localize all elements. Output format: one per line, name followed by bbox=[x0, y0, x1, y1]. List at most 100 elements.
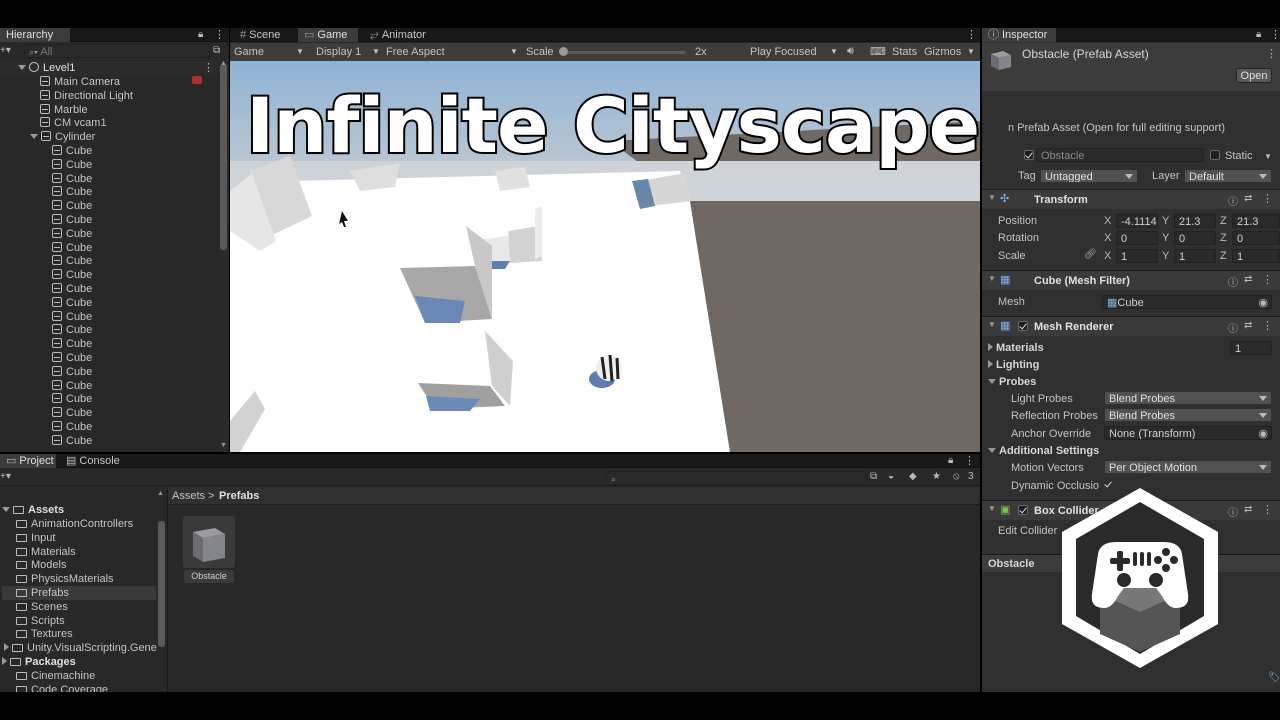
tree-scroll-thumb[interactable] bbox=[158, 521, 165, 647]
hierarchy-item[interactable]: CM vcam1 bbox=[40, 116, 218, 130]
preset-icon[interactable]: ⇄ bbox=[1244, 320, 1252, 331]
splitter[interactable] bbox=[167, 487, 168, 692]
hierarchy-item[interactable]: Marble bbox=[40, 103, 218, 117]
breadcrumb-assets[interactable]: Assets bbox=[172, 489, 205, 503]
favorite-star-icon[interactable]: ★ bbox=[932, 471, 941, 482]
hierarchy-item-cube[interactable]: Cube bbox=[52, 434, 218, 448]
scene-menu-icon[interactable]: ⋮ bbox=[203, 61, 214, 75]
component-menu-icon[interactable]: ⋮ bbox=[1262, 503, 1273, 516]
mesh-filter-header[interactable]: ▼ ▦ Cube (Mesh Filter) ⓘ ⇄ ⋮ bbox=[982, 270, 1280, 290]
hierarchy-item-cube[interactable]: Cube bbox=[52, 310, 218, 324]
tab-inspector[interactable]: ⓘ Inspector bbox=[982, 28, 1056, 42]
tree-folder-item[interactable]: Scripts bbox=[2, 614, 156, 628]
object-name-field[interactable]: Obstacle bbox=[1036, 148, 1204, 162]
materials-foldout[interactable]: Materials bbox=[988, 341, 1044, 355]
expand-triangle-icon[interactable]: ▼ bbox=[988, 193, 996, 202]
breadcrumb-prefabs[interactable]: Prefabs bbox=[219, 489, 259, 503]
scale-slider-handle[interactable] bbox=[559, 47, 568, 56]
transform-scale-field[interactable]: 1 bbox=[1232, 249, 1280, 263]
preset-icon[interactable]: ⇄ bbox=[1244, 504, 1252, 515]
game-more-icon[interactable]: ⋮ bbox=[966, 28, 977, 41]
tab-animator[interactable]: ⥂ Animator bbox=[364, 28, 444, 42]
hierarchy-item[interactable]: Cylinder bbox=[30, 130, 218, 144]
expand-triangle-icon[interactable]: ▼ bbox=[988, 320, 996, 329]
tag-dropdown[interactable]: Untagged bbox=[1040, 169, 1138, 183]
hidden-packages-icon[interactable]: ⦸ bbox=[953, 471, 960, 482]
stats-button[interactable]: Stats bbox=[892, 45, 917, 59]
expand-triangle-icon[interactable] bbox=[30, 134, 38, 140]
play-focused-dropdown[interactable]: Play Focused ▼ bbox=[750, 45, 840, 59]
preset-icon[interactable]: ⇄ bbox=[1244, 274, 1252, 285]
hierarchy-item-cube[interactable]: Cube bbox=[52, 172, 218, 186]
hierarchy-item-cube[interactable]: Cube bbox=[52, 144, 218, 158]
materials-count-field[interactable]: 1 bbox=[1230, 341, 1272, 355]
tree-folder-item[interactable]: PhysicsMaterials bbox=[2, 572, 156, 586]
component-menu-icon[interactable]: ⋮ bbox=[1262, 319, 1273, 332]
expand-triangle-icon[interactable] bbox=[18, 65, 26, 70]
lock-icon[interactable]: 🔒︎ bbox=[1256, 29, 1261, 40]
tab-project[interactable]: ▭ Project bbox=[0, 454, 56, 468]
hierarchy-item-cube[interactable]: Cube bbox=[52, 337, 218, 351]
component-menu-icon[interactable]: ⋮ bbox=[1262, 273, 1273, 286]
more-options-icon[interactable]: ⋮ bbox=[1270, 28, 1280, 41]
mesh-renderer-header[interactable]: ▼ ▦ Mesh Renderer ⓘ ⇄ ⋮ bbox=[982, 316, 1280, 336]
transform-scale-field[interactable]: 1 bbox=[1116, 249, 1158, 263]
motion-vectors-dropdown[interactable]: Per Object Motion bbox=[1104, 460, 1272, 474]
active-checkbox[interactable] bbox=[1024, 150, 1034, 163]
help-icon[interactable]: ⓘ bbox=[1228, 320, 1238, 335]
object-picker-icon[interactable]: ◉ bbox=[1258, 296, 1268, 308]
display-dropdown[interactable]: Display 1 ▼ bbox=[316, 45, 382, 59]
object-picker-icon[interactable]: ◉ bbox=[1258, 427, 1268, 439]
scroll-up-icon[interactable]: ▲ bbox=[220, 60, 227, 67]
add-dropdown-icon[interactable]: +▾ bbox=[0, 45, 11, 56]
hierarchy-item-cube[interactable]: Cube bbox=[52, 296, 218, 310]
link-icon[interactable]: 🔗︎ bbox=[1084, 249, 1097, 260]
hierarchy-item-cube[interactable]: Cube bbox=[52, 379, 218, 393]
project-search-input[interactable]: ⌕ bbox=[606, 471, 866, 485]
tree-folder-item[interactable]: AnimationControllers bbox=[2, 517, 156, 531]
hierarchy-scrollbar[interactable]: ▲ ▼ bbox=[219, 60, 228, 452]
tree-folder-item[interactable]: Input bbox=[2, 531, 156, 545]
hierarchy-item-cube[interactable]: Cube bbox=[52, 282, 218, 296]
tab-scene[interactable]: # Scene bbox=[234, 28, 294, 42]
tree-folder-item[interactable]: Textures bbox=[2, 627, 156, 641]
mesh-renderer-enabled-checkbox[interactable] bbox=[1018, 321, 1028, 334]
tree-folder-item[interactable]: Scenes bbox=[2, 600, 156, 614]
scene-visibility-icon[interactable]: ⧉ bbox=[213, 45, 220, 56]
transform-rotation-field[interactable]: 0 bbox=[1116, 231, 1158, 245]
tab-hierarchy[interactable]: Hierarchy bbox=[0, 28, 70, 42]
help-icon[interactable]: ⓘ bbox=[1228, 274, 1238, 289]
open-button[interactable]: Open bbox=[1236, 68, 1272, 83]
game-mode-dropdown[interactable]: Game ▼ bbox=[230, 45, 306, 59]
tree-folder-item[interactable]: Models bbox=[2, 558, 156, 572]
tree-packages-row[interactable]: Packages bbox=[2, 655, 76, 669]
hierarchy-item-cube[interactable]: Cube bbox=[52, 268, 218, 282]
reflection-probes-dropdown[interactable]: Blend Probes bbox=[1104, 408, 1272, 422]
transform-scale-field[interactable]: 1 bbox=[1174, 249, 1216, 263]
label-icon[interactable]: ◆ bbox=[909, 471, 917, 482]
hierarchy-item-cube[interactable]: Cube bbox=[52, 241, 218, 255]
filter-by-type-icon[interactable]: ◒ bbox=[888, 471, 894, 482]
transform-header[interactable]: ▼ ✣ Transform ⓘ ⇄ ⋮ bbox=[982, 189, 1280, 209]
help-icon[interactable]: ⓘ bbox=[1228, 504, 1238, 519]
transform-position-field[interactable]: 21.3 bbox=[1232, 214, 1280, 228]
probes-foldout[interactable]: Probes bbox=[988, 375, 1036, 389]
hierarchy-item-cube[interactable]: Cube bbox=[52, 323, 218, 337]
tab-game[interactable]: ▭ Game bbox=[298, 28, 358, 42]
scene-row[interactable]: Level1 ⋮ bbox=[0, 61, 218, 75]
scroll-down-icon[interactable]: ▼ bbox=[220, 442, 227, 449]
light-probes-dropdown[interactable]: Blend Probes bbox=[1104, 391, 1272, 405]
lock-icon[interactable]: 🔒︎ bbox=[948, 455, 953, 466]
box-collider-enabled-checkbox[interactable] bbox=[1018, 505, 1028, 518]
tree-package-item[interactable]: Cinemachine bbox=[2, 669, 158, 683]
hierarchy-item-cube[interactable]: Cube bbox=[52, 392, 218, 406]
mute-audio-icon[interactable]: 🔊︎ bbox=[847, 45, 854, 58]
tree-folder-item[interactable]: Unity.VisualScripting.Gene bbox=[2, 641, 157, 655]
tree-folder-item[interactable]: Materials bbox=[2, 545, 156, 559]
gizmos-button[interactable]: Gizmos bbox=[924, 45, 961, 59]
hierarchy-item-cube[interactable]: Cube bbox=[52, 227, 218, 241]
search-by-type-icon[interactable]: ⧉ bbox=[870, 471, 877, 482]
aspect-dropdown[interactable]: Free Aspect ▼ bbox=[386, 45, 520, 59]
scroll-up-icon[interactable]: ▲ bbox=[157, 490, 164, 497]
more-options-icon[interactable]: ⋮ bbox=[964, 454, 975, 467]
